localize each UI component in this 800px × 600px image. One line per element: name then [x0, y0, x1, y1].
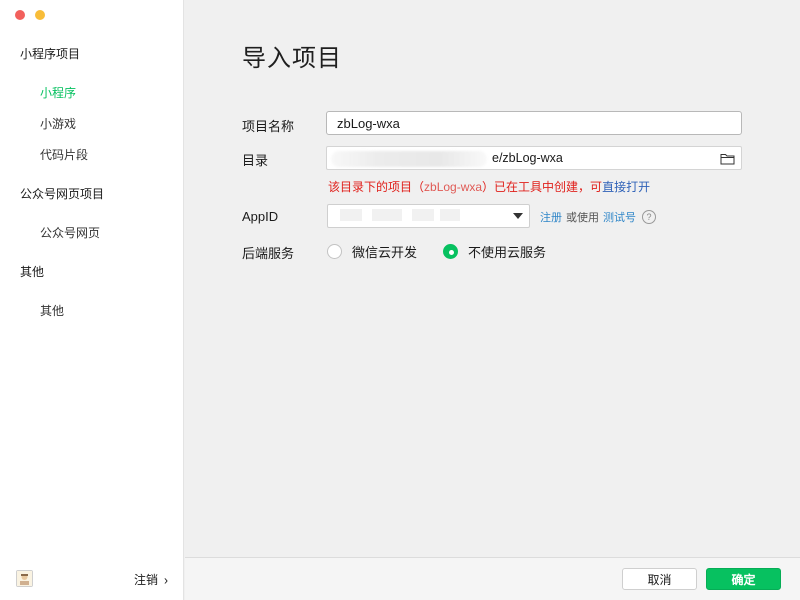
- footer-bar: 取消 确定: [185, 557, 800, 600]
- sidebar-item-miniprogram[interactable]: 小程序: [40, 84, 76, 101]
- register-link[interactable]: 注册: [540, 209, 562, 225]
- test-account-link[interactable]: 测试号: [603, 209, 636, 225]
- radio-no-cloud-label: 不使用云服务: [468, 245, 547, 260]
- appid-redacted-4: [440, 209, 460, 221]
- radio-unselected-icon: [327, 244, 342, 259]
- backend-service-label: 后端服务: [242, 246, 295, 261]
- import-project-window: 小程序项目 小程序 小游戏 代码片段 公众号网页项目 公众号网页 其他 其他 注…: [0, 0, 800, 600]
- radio-wechat-cloud[interactable]: 微信云开发: [327, 242, 417, 261]
- appid-redacted-1: [340, 209, 362, 221]
- appid-redacted-2: [372, 209, 402, 221]
- minimize-window-button[interactable]: [35, 10, 45, 20]
- directory-redacted: [331, 151, 487, 167]
- appid-select[interactable]: [327, 204, 530, 228]
- chevron-right-icon: ›: [164, 571, 168, 588]
- chevron-down-icon: [513, 213, 523, 219]
- confirm-button[interactable]: 确定: [706, 568, 781, 590]
- directory-label: 目录: [242, 153, 269, 168]
- radio-wechat-cloud-label: 微信云开发: [352, 245, 418, 260]
- logout-label: 注销: [133, 573, 158, 587]
- sidebar: 小程序项目 小程序 小游戏 代码片段 公众号网页项目 公众号网页 其他 其他 注…: [0, 0, 184, 600]
- help-icon[interactable]: ?: [642, 210, 656, 224]
- appid-label: AppID: [242, 209, 279, 224]
- sidebar-section-other: 其他: [20, 265, 45, 279]
- appid-links: 注册 或使用 测试号 ?: [540, 209, 656, 225]
- sidebar-section-official-web: 公众号网页项目: [20, 187, 105, 201]
- window-controls: [15, 10, 45, 20]
- page-title: 导入项目: [242, 45, 342, 72]
- sidebar-item-official-web[interactable]: 公众号网页: [40, 224, 100, 241]
- folder-icon[interactable]: [720, 152, 735, 165]
- main-panel: 导入项目 项目名称 目录 e/zbLog-wxa 该目录下的项目（zbLog-w…: [185, 0, 800, 600]
- directory-warning: 该目录下的项目（zbLog-wxa）已在工具中创建，可直接打开: [328, 178, 650, 195]
- warning-project: zbLog-wxa: [424, 180, 483, 194]
- sidebar-section-miniprogram: 小程序项目: [20, 47, 81, 61]
- radio-no-cloud[interactable]: 不使用云服务: [443, 242, 546, 261]
- radio-selected-icon: [443, 244, 458, 259]
- sidebar-item-code-snippet[interactable]: 代码片段: [40, 146, 88, 163]
- warning-suffix: ）已在工具中创建，可: [482, 180, 603, 194]
- close-window-button[interactable]: [15, 10, 25, 20]
- cancel-button[interactable]: 取消: [622, 568, 697, 590]
- directory-field[interactable]: e/zbLog-wxa: [326, 146, 742, 170]
- open-directly-link[interactable]: 直接打开: [602, 180, 650, 194]
- sidebar-item-minigame[interactable]: 小游戏: [40, 115, 76, 132]
- project-name-label: 项目名称: [242, 119, 295, 134]
- sidebar-footer: 注销 ›: [0, 558, 184, 600]
- sidebar-item-other[interactable]: 其他: [40, 302, 64, 319]
- appid-or-text: 或使用: [566, 212, 599, 224]
- logout-button[interactable]: 注销 ›: [134, 571, 168, 588]
- directory-value: e/zbLog-wxa: [492, 151, 563, 165]
- warning-text: 该目录下的项目（: [328, 180, 425, 194]
- appid-redacted-3: [412, 209, 434, 221]
- project-name-input[interactable]: [326, 111, 742, 135]
- avatar[interactable]: [16, 570, 33, 587]
